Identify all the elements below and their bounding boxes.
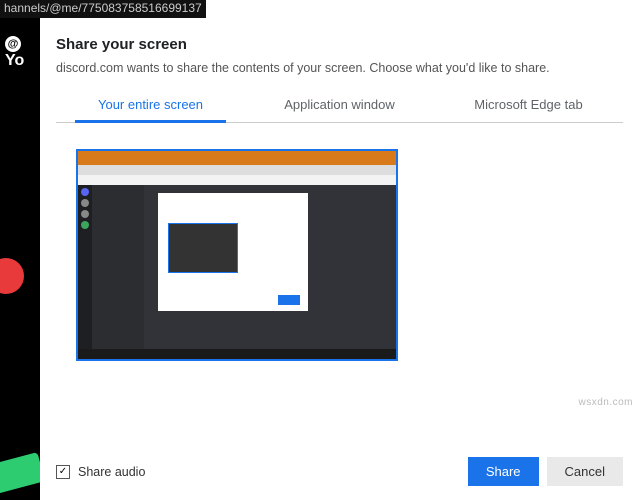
- thumb-channel-list: [92, 185, 144, 349]
- source-tabs: Your entire screen Application window Mi…: [56, 91, 623, 123]
- thumb-tabstrip: [78, 165, 396, 175]
- thumb-addressbar: [78, 175, 396, 185]
- background-url-bar: hannels/@me/775083758516699137: [0, 0, 206, 18]
- hangup-icon: [0, 258, 24, 294]
- background-header: @Yo: [5, 34, 40, 70]
- screen-thumbnail[interactable]: [76, 149, 398, 361]
- dialog-footer: ✓ Share audio Share Cancel: [56, 447, 623, 486]
- thumb-titlebar: [78, 151, 396, 165]
- tab-application-window[interactable]: Application window: [245, 91, 434, 122]
- thumb-server-icon: [81, 210, 89, 218]
- preview-area: [56, 123, 623, 447]
- at-icon: @: [5, 36, 21, 52]
- watermark: wsxdn.com: [578, 397, 633, 408]
- share-button[interactable]: Share: [468, 457, 539, 486]
- share-audio-label: Share audio: [78, 465, 145, 479]
- dialog-description: discord.com wants to share the contents …: [56, 61, 623, 75]
- dialog-title: Share your screen: [56, 36, 623, 53]
- thumb-sidebar: [78, 185, 92, 349]
- background-green-shape: [0, 452, 40, 494]
- background-discord-strip: @Yo: [0, 0, 40, 500]
- thumb-server-icon: [81, 188, 89, 196]
- share-audio-checkbox[interactable]: ✓ Share audio: [56, 465, 145, 479]
- tab-entire-screen[interactable]: Your entire screen: [56, 91, 245, 122]
- tab-edge-tab[interactable]: Microsoft Edge tab: [434, 91, 623, 122]
- thumb-nested-dialog: [158, 193, 308, 311]
- thumb-taskbar: [78, 349, 396, 359]
- thumb-server-icon: [81, 199, 89, 207]
- share-screen-dialog: Share your screen discord.com wants to s…: [40, 18, 639, 500]
- checkbox-icon: ✓: [56, 465, 70, 479]
- thumb-server-icon: [81, 221, 89, 229]
- cancel-button[interactable]: Cancel: [547, 457, 623, 486]
- background-header-text: Yo: [5, 52, 24, 69]
- thumb-main-area: [144, 185, 396, 349]
- thumb-body: [78, 185, 396, 349]
